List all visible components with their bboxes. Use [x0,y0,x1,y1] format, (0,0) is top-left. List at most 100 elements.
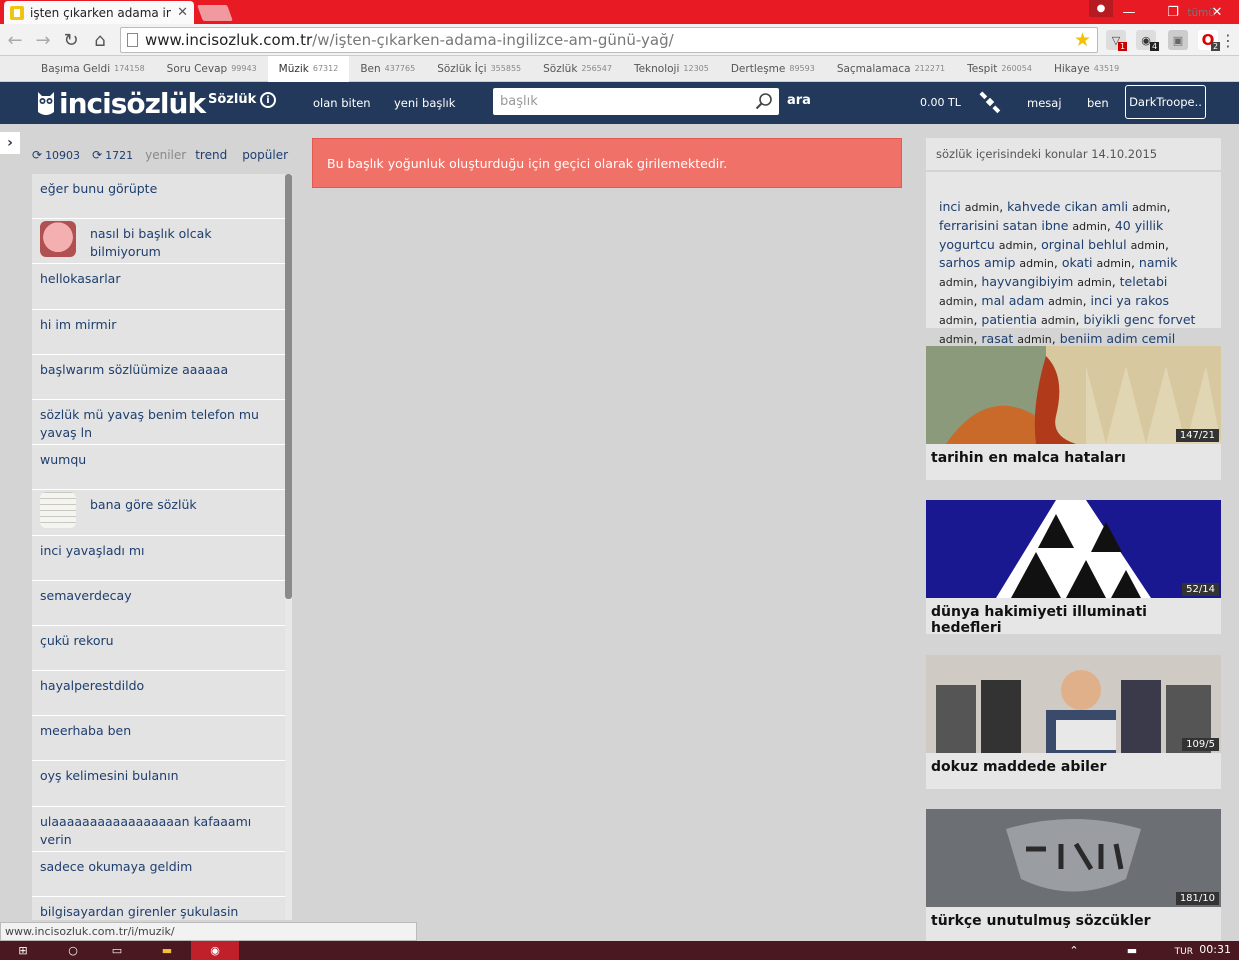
topic-list-item[interactable]: bana göre sözlük [32,490,285,536]
category-tab[interactable]: Hikaye 43519 [1043,56,1130,82]
tab-populer[interactable]: popüler [242,148,288,162]
topic-author[interactable]: admin [965,201,999,214]
language-indicator[interactable]: TUR [1175,947,1193,957]
back-icon[interactable]: ← [4,29,26,51]
featured-card[interactable]: 52/14 dünya hakimiyeti illuminati hedefl… [926,500,1221,636]
topic-list-item[interactable]: meerhaba ben [32,716,285,762]
user-button[interactable]: DarkTroope.. [1125,85,1206,119]
browser-tab[interactable]: işten çıkarken adama ingil ✕ [4,1,194,24]
topic-link[interactable]: mal adam [981,293,1044,308]
address-bar[interactable]: www.incisozluk.com.tr/w/işten-çıkarken-a… [120,27,1098,53]
section-title[interactable]: Sözlük [208,92,256,107]
minimize-button[interactable]: — [1107,0,1151,24]
topic-author[interactable]: admin [1019,257,1053,270]
file-explorer-icon[interactable]: ▬ [150,941,184,960]
featured-card[interactable]: 109/5 dokuz maddede abiler [926,655,1221,789]
search-icon[interactable]: ○ [60,941,86,960]
extension-icon[interactable]: ▣ [1168,30,1188,50]
satellite-icon[interactable] [978,90,1002,114]
topic-list-scrollbar[interactable] [285,174,292,920]
nav-ben[interactable]: ben [1087,96,1109,110]
topic-author[interactable]: admin [939,276,973,289]
topic-link[interactable]: hayvangibiyim [981,274,1073,289]
topic-list-item[interactable]: hi im mirmir [32,310,285,355]
card-title[interactable]: dokuz maddede abiler [926,753,1221,789]
topic-list-item[interactable]: çukü rekoru [32,626,285,672]
topic-link[interactable]: teletabi [1120,274,1168,289]
topic-list-item[interactable]: başlwarım sözlüümize aaaaaa [32,355,285,400]
category-tab[interactable]: Saçmalamaca 212271 [826,56,956,82]
nav-olan-biten[interactable]: olan biten [313,96,371,110]
category-tab[interactable]: Ben 437765 [349,56,426,82]
topic-author[interactable]: admin [1132,201,1166,214]
topic-link[interactable]: ferrarisini satan ibne [939,218,1068,233]
topic-link[interactable]: kahvede cikan amli [1007,199,1128,214]
category-tab[interactable]: Sözlük İçi 355855 [426,56,532,82]
topic-list-item[interactable]: ulaaaaaaaaaaaaaaaaan kafaaamı verin [32,807,285,852]
scrollbar-thumb[interactable] [285,174,292,599]
card-title[interactable]: tarihin en malca hataları [926,444,1221,480]
menu-icon[interactable]: ⋮ [1217,29,1239,51]
topic-list-item[interactable]: bilgisayardan girenler şukulasin [32,897,285,920]
topic-list-item[interactable]: sözlük mü yavaş benim telefon mu yavaş l… [32,400,285,446]
category-tab[interactable]: Teknoloji 12305 [623,56,720,82]
network-icon[interactable]: ▬ [1122,941,1142,960]
info-icon[interactable]: i [260,92,276,108]
tab-close-icon[interactable]: ✕ [177,5,188,20]
category-tab[interactable]: Başıma Geldi 174158 [30,56,156,82]
topic-link[interactable]: rasat [981,331,1013,346]
topic-link[interactable]: patientia [981,312,1037,327]
topic-list-item[interactable]: hellokasarlar [32,264,285,310]
reload-icon[interactable]: ↻ [60,29,82,51]
category-tab[interactable]: Dertleşme 89593 [720,56,826,82]
topic-link[interactable]: biyikli genc forvet [1083,312,1195,327]
chrome-taskbar-icon[interactable]: ◉ [191,941,239,960]
balance[interactable]: 0.00 TL [920,96,961,109]
task-view-icon[interactable]: ▭ [104,941,130,960]
nav-mesaj[interactable]: mesaj [1027,96,1062,110]
topic-author[interactable]: admin [1041,314,1075,327]
search-icon[interactable] [755,92,773,110]
topic-list-item[interactable]: inci yavaşladı mı [32,536,285,581]
card-title[interactable]: türkçe unutulmuş sözcükler [926,907,1221,943]
category-tab[interactable]: Müzik 67312 [267,55,350,82]
topic-author[interactable]: admin [1072,220,1106,233]
category-tab[interactable]: Soru Cevap 99943 [156,56,268,82]
all-categories-link[interactable]: tümü [1187,7,1215,19]
tab-trend[interactable]: trend [195,148,227,162]
topic-author[interactable]: admin [939,333,973,346]
tab-yeniler[interactable]: yeniler [145,148,186,162]
nav-yeni-baslik[interactable]: yeni başlık [394,96,455,110]
featured-card[interactable]: 147/21 tarihin en malca hataları [926,346,1221,480]
topic-author[interactable]: admin [1097,257,1131,270]
topic-author[interactable]: admin [1077,276,1111,289]
topic-list-item[interactable]: eğer bunu görüpte [32,174,285,220]
search-input[interactable]: başlık [493,88,779,115]
clock[interactable]: 00:31 [1199,943,1231,956]
topic-link[interactable]: beniim adim cemil [1060,331,1176,346]
category-tab[interactable]: Sözlük 256547 [532,56,623,82]
topic-author[interactable]: admin [1048,295,1082,308]
topic-author[interactable]: admin [999,239,1033,252]
home-icon[interactable]: ⌂ [89,29,111,51]
site-logo[interactable]: incisözlük [36,86,206,120]
topic-list-item[interactable]: sadece okumaya geldim [32,852,285,897]
topic-link[interactable]: okati [1062,255,1093,270]
start-icon[interactable]: ⊞ [10,941,36,960]
card-title[interactable]: dünya hakimiyeti illuminati hedefleri [926,598,1221,636]
topic-link[interactable]: sarhos amip [939,255,1015,270]
topic-author[interactable]: admin [939,314,973,327]
forward-icon[interactable]: → [32,29,54,51]
featured-card[interactable]: 181/10 türkçe unutulmuş sözcükler [926,809,1221,943]
new-tab-button[interactable] [197,5,233,21]
topic-list-item[interactable]: semaverdecay [32,581,285,626]
topic-list-item[interactable]: nasıl bi başlık olcak bilmiyorum [32,219,285,265]
bookmark-star-icon[interactable]: ★ [1074,29,1091,51]
topic-link[interactable]: inci ya rakos [1091,293,1170,308]
topic-list-item[interactable]: wumqu [32,445,285,491]
refresh-count-2[interactable]: ⟳ 1721 [92,148,133,162]
topic-author[interactable]: admin [939,295,973,308]
topic-link[interactable]: namik [1139,255,1177,270]
topic-list-item[interactable]: oyş kelimesini bulanın [32,761,285,807]
refresh-count-1[interactable]: ⟳ 10903 [32,148,80,162]
